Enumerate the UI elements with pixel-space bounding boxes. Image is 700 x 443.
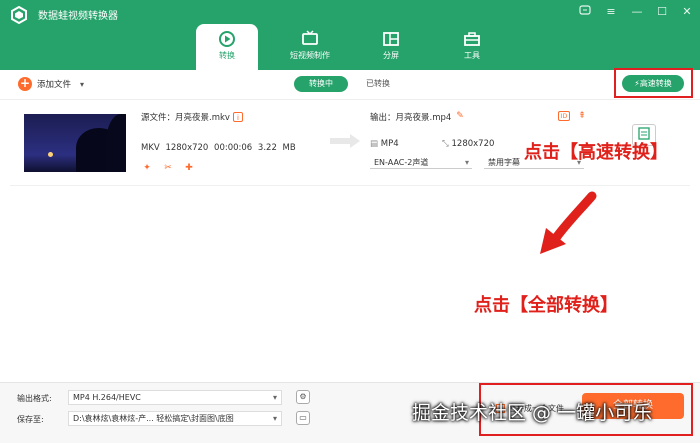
add-file-label: 添加文件: [37, 80, 72, 90]
output-file-name: 输出：月亮夜景.mp4: [370, 113, 452, 123]
tab-converted[interactable]: 已转换: [366, 78, 390, 89]
split-icon[interactable]: ⇞: [577, 111, 587, 121]
tv-icon: [302, 30, 318, 45]
maximize-icon[interactable]: ☐: [653, 4, 671, 20]
app-logo-icon: [11, 6, 27, 24]
save-to-label: 保存至:: [17, 415, 44, 424]
pencil-icon[interactable]: ✎: [455, 111, 465, 121]
tab-converting[interactable]: 转换中: [294, 76, 348, 92]
gpu-icon[interactable]: ID: [558, 111, 570, 121]
folder-icon[interactable]: ▭: [296, 411, 310, 425]
save-path-select[interactable]: D:\袁林炫\袁林炫-产... 轻松搞定\封面图\底图: [68, 411, 282, 426]
output-format-value: MP4: [380, 139, 399, 149]
output-format-select[interactable]: MP4 H.264/HEVC: [68, 390, 282, 405]
output-format-label: 输出格式:: [17, 394, 52, 403]
add-file-button[interactable]: + 添加文件 ▾: [18, 77, 84, 91]
tab-label: 短视频制作: [290, 51, 330, 60]
chevron-down-icon[interactable]: ▾: [80, 80, 84, 89]
moon: [48, 152, 53, 157]
annotation-fast-convert: 点击【高速转换】: [524, 142, 668, 163]
output-resolution: ⤡ 1280x720: [442, 139, 494, 149]
info-icon[interactable]: i: [233, 112, 243, 122]
source-duration: 00:00:06: [214, 143, 253, 153]
title-bar: 数据蛙视频转换器 ≡ — ☐ ✕ 转换 短视频制作 分屏 工具: [0, 0, 700, 70]
red-arrow-icon: [540, 191, 597, 254]
add-edit-icon[interactable]: ✚: [184, 163, 194, 173]
tab-short-video[interactable]: 短视频制作: [279, 24, 341, 70]
tab-label: 转换: [219, 51, 235, 60]
plus-icon: +: [18, 76, 32, 91]
split-screen-icon: [383, 32, 399, 46]
source-file-name: 源文件：月亮夜景.mkv: [141, 113, 230, 123]
tab-label: 工具: [464, 51, 480, 60]
toolbox-icon: [464, 32, 480, 46]
tab-convert[interactable]: 转换: [196, 24, 258, 70]
annotation-convert-all: 点击【全部转换】: [474, 295, 618, 316]
highlight-box-fast-convert: [614, 68, 693, 98]
video-file-icon: ▤: [370, 139, 379, 149]
output-format: ▤ MP4: [370, 139, 399, 149]
app-title: 数据蛙视频转换器: [38, 11, 118, 22]
scissors-icon[interactable]: ✂: [163, 163, 173, 173]
tab-split-screen[interactable]: 分屏: [360, 24, 422, 70]
menu-icon[interactable]: [576, 4, 594, 20]
more-icon[interactable]: ≡: [602, 4, 620, 20]
minimize-icon[interactable]: —: [628, 4, 646, 20]
close-icon[interactable]: ✕: [678, 4, 696, 20]
audio-track-select[interactable]: EN-AAC-2声道: [370, 156, 472, 169]
convert-arrow-icon: [330, 134, 360, 148]
video-thumbnail[interactable]: [24, 114, 126, 172]
source-format: MKV: [141, 143, 160, 153]
convert-icon: [219, 31, 235, 47]
magic-wand-icon[interactable]: ✦: [142, 163, 152, 173]
tab-tools[interactable]: 工具: [441, 24, 503, 70]
output-resolution-value: 1280x720: [451, 139, 495, 149]
format-settings-button[interactable]: ⚙: [296, 390, 310, 404]
tab-label: 分屏: [383, 51, 399, 60]
watermark: 掘金技术社区 @ 一罐小可乐: [412, 402, 653, 424]
resize-icon: ⤡: [442, 139, 449, 149]
source-meta: MKV 1280x720 00:00:06 3.22 MB: [141, 143, 296, 153]
source-resolution: 1280x720: [165, 143, 209, 153]
toolbar: + 添加文件 ▾: [0, 70, 700, 100]
source-size: 3.22 MB: [257, 143, 296, 153]
